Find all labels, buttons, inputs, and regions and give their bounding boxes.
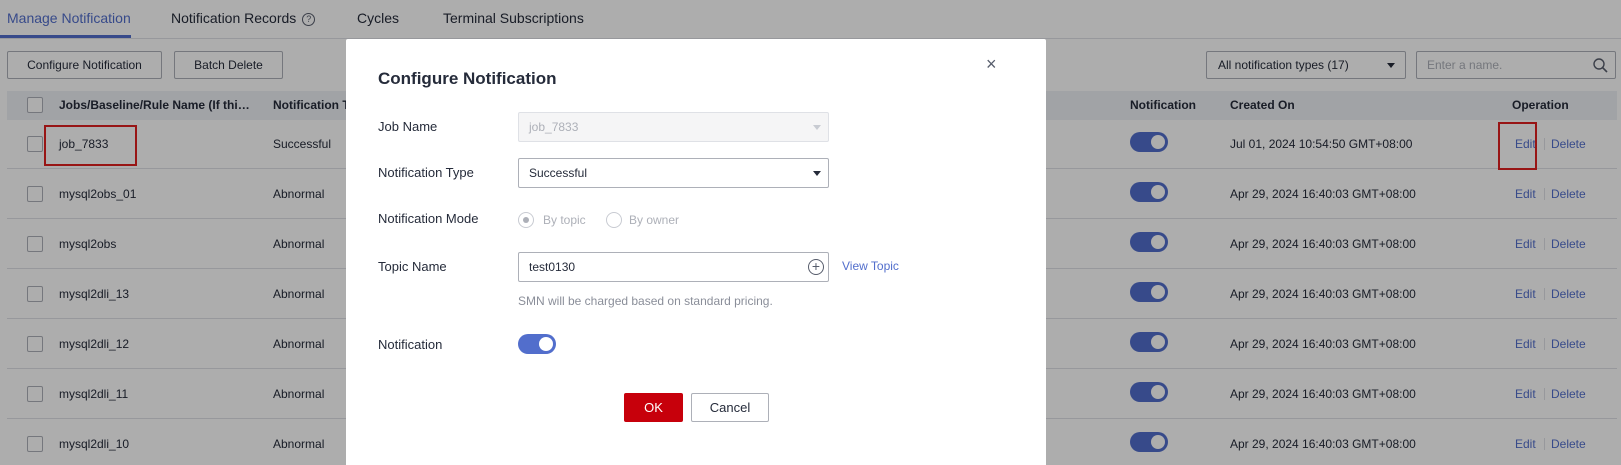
chevron-down-icon (813, 171, 821, 176)
notification-type-value: Successful (529, 166, 588, 180)
notification-type-label: Notification Type (378, 165, 474, 180)
add-circle-icon[interactable]: + (808, 259, 824, 275)
ok-button[interactable]: OK (624, 393, 683, 422)
job-name-label: Job Name (378, 119, 438, 134)
job-name-value: job_7833 (529, 120, 579, 134)
radio-by-topic-label: By topic (543, 213, 586, 227)
pricing-hint: SMN will be charged based on standard pr… (518, 294, 773, 308)
notification-label: Notification (378, 337, 443, 352)
notification-mode-label: Notification Mode (378, 211, 479, 226)
notification-switch[interactable] (518, 334, 556, 354)
cancel-button[interactable]: Cancel (691, 393, 769, 422)
job-name-select: job_7833 (518, 112, 829, 142)
radio-by-topic[interactable] (518, 212, 534, 228)
radio-by-owner-label: By owner (629, 213, 680, 227)
topic-name-field[interactable]: test0130 + (518, 252, 829, 282)
close-icon[interactable]: × (986, 54, 997, 75)
view-topic-link[interactable]: View Topic (842, 259, 899, 273)
notification-type-select[interactable]: Successful (518, 158, 829, 188)
radio-by-owner[interactable] (606, 212, 622, 228)
topic-name-label: Topic Name (378, 259, 447, 274)
chevron-down-icon (813, 125, 821, 130)
dialog-title: Configure Notification (378, 69, 557, 88)
topic-name-value: test0130 (529, 260, 576, 274)
configure-notification-dialog: Configure Notification × Job Name job_78… (346, 39, 1046, 465)
